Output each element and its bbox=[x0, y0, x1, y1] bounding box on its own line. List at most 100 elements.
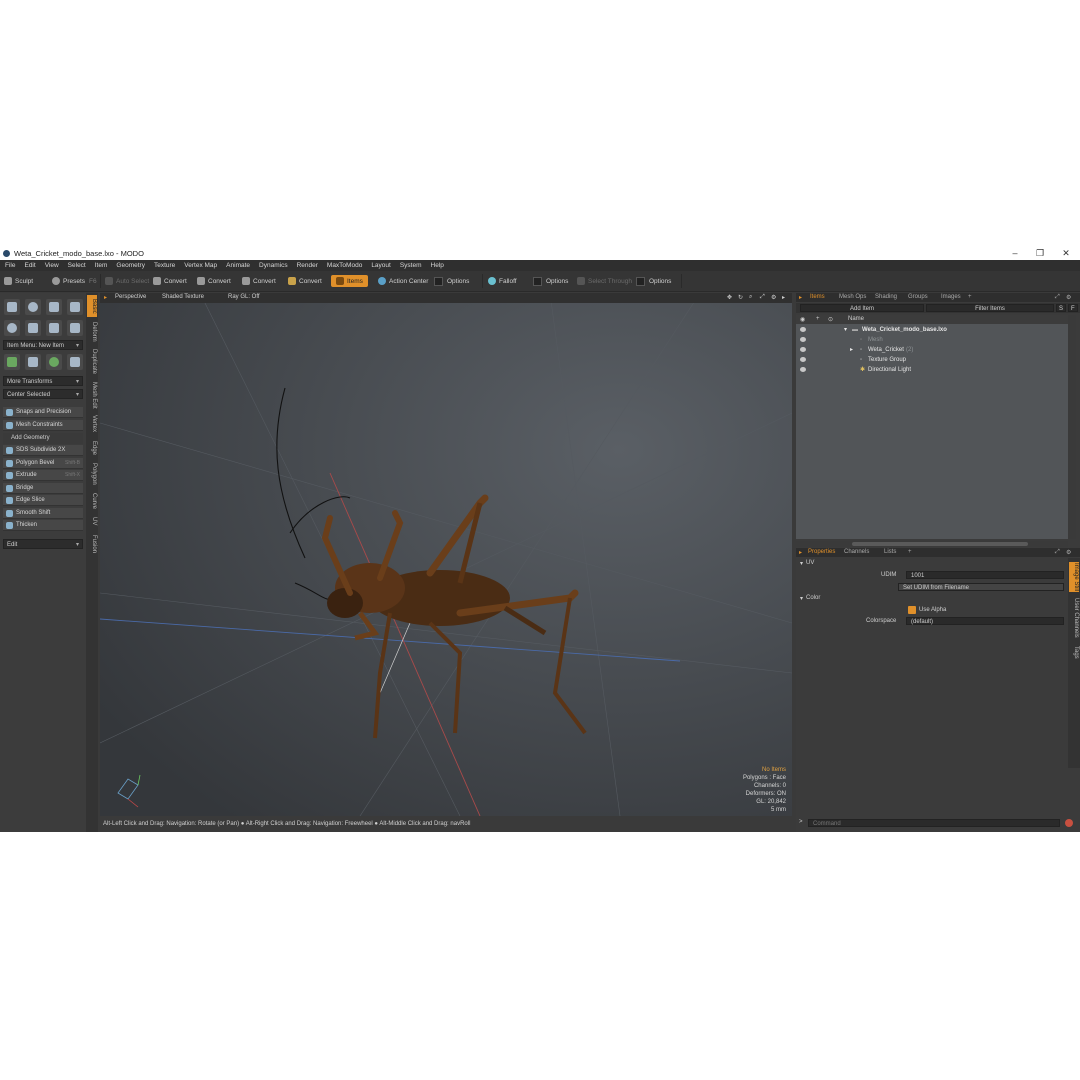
rotate-icon[interactable] bbox=[46, 354, 62, 370]
tree-row-scene[interactable]: ▾ ▬ Weta_Cricket_modo_base.lxo bbox=[796, 325, 1068, 335]
move-icon[interactable] bbox=[4, 354, 20, 370]
cylinder-icon[interactable] bbox=[46, 299, 62, 315]
set-udim-button[interactable]: Set UDIM from Filename bbox=[898, 583, 1064, 591]
torus-icon[interactable] bbox=[4, 320, 20, 336]
shading-dropdown[interactable]: Shaded Texture bbox=[162, 294, 204, 300]
options-button-1[interactable]: Options bbox=[434, 275, 469, 287]
tab-edge[interactable]: Edge bbox=[87, 439, 97, 457]
fit-icon[interactable]: ⤢ bbox=[760, 294, 765, 301]
close-button[interactable]: ✕ bbox=[1054, 246, 1078, 260]
pan-icon[interactable]: ✥ bbox=[727, 294, 732, 301]
more-transforms-dropdown[interactable]: More Transforms bbox=[3, 376, 83, 387]
color-section-toggle[interactable]: ▾ bbox=[800, 595, 803, 602]
menu-geometry[interactable]: Geometry bbox=[116, 262, 145, 269]
menu-animate[interactable]: Animate bbox=[226, 262, 250, 269]
menu-file[interactable]: File bbox=[5, 262, 15, 269]
tab-mesh-ops[interactable]: Mesh Ops bbox=[839, 294, 866, 300]
tab-basic[interactable]: Basic bbox=[87, 295, 97, 317]
add-tab-button[interactable]: + bbox=[968, 294, 972, 300]
auto-select-button[interactable]: Auto Select bbox=[105, 275, 149, 287]
capsule-icon[interactable] bbox=[25, 320, 41, 336]
options-checkbox[interactable] bbox=[636, 276, 645, 286]
menu-texture[interactable]: Texture bbox=[154, 262, 175, 269]
filter-items-field[interactable]: Filter Items bbox=[926, 304, 1054, 312]
thicken-button[interactable]: Thicken bbox=[3, 520, 83, 531]
options-button-2[interactable]: Options bbox=[533, 275, 568, 287]
name-column-header[interactable]: Name bbox=[848, 316, 864, 322]
panel-menu-icon[interactable]: ▸ bbox=[799, 549, 802, 556]
mesh-constraints-button[interactable]: Mesh Constraints bbox=[3, 420, 83, 431]
collapse-arrow-icon[interactable]: ▾ bbox=[844, 325, 847, 335]
filter-f-button[interactable]: F bbox=[1068, 304, 1078, 312]
convert-items-button[interactable]: Convert bbox=[288, 275, 322, 287]
sphere-icon[interactable] bbox=[25, 299, 41, 315]
tree-row-directional-light[interactable]: ✱ Directional Light bbox=[796, 365, 1068, 375]
tab-mesh-edit[interactable]: Mesh Edit bbox=[87, 381, 97, 409]
presets-button[interactable]: Presets F6 bbox=[52, 275, 97, 287]
maximize-button[interactable]: ❐ bbox=[1028, 246, 1052, 260]
raygl-dropdown[interactable]: Ray GL: Off bbox=[228, 294, 260, 300]
tab-shading[interactable]: Shading bbox=[875, 294, 897, 300]
filter-s-button[interactable]: S bbox=[1056, 304, 1066, 312]
select-through-button[interactable]: Select Through bbox=[577, 275, 632, 287]
visibility-eye-icon[interactable] bbox=[800, 347, 806, 352]
transform-icon[interactable] bbox=[67, 354, 83, 370]
menu-render[interactable]: Render bbox=[297, 262, 318, 269]
tab-image-still[interactable]: Image Still bbox=[1069, 562, 1079, 592]
viewport-menu-icon[interactable]: ▸ bbox=[104, 294, 107, 301]
add-item-dropdown[interactable]: Add Item bbox=[800, 304, 924, 312]
visibility-eye-icon[interactable] bbox=[800, 367, 806, 372]
extrude-button[interactable]: Extrude Shift-X bbox=[3, 470, 83, 481]
options-button-3[interactable]: Options bbox=[636, 275, 671, 287]
options-checkbox[interactable] bbox=[533, 276, 542, 286]
tab-vertex[interactable]: Vertex bbox=[87, 413, 97, 435]
panel-settings-icon[interactable]: ⚙ bbox=[1066, 549, 1071, 556]
polygon-bevel-button[interactable]: Polygon Bevel Shift-B bbox=[3, 458, 83, 469]
convert-vertices-button[interactable]: Convert bbox=[153, 275, 187, 287]
use-alpha-checkbox[interactable] bbox=[908, 606, 916, 614]
tab-uv[interactable]: UV bbox=[87, 515, 97, 527]
item-list-hscrollbar[interactable] bbox=[796, 541, 1068, 547]
record-icon[interactable] bbox=[1065, 819, 1073, 827]
center-selected-dropdown[interactable]: Center Selected bbox=[3, 389, 83, 400]
expand-icon[interactable]: ⤢ bbox=[1055, 294, 1060, 301]
add-tab-button[interactable]: + bbox=[908, 549, 912, 555]
tab-deform[interactable]: Deform bbox=[87, 321, 97, 343]
smooth-shift-button[interactable]: Smooth Shift bbox=[3, 508, 83, 519]
tab-items[interactable]: Items bbox=[810, 294, 825, 300]
options-checkbox[interactable] bbox=[434, 276, 443, 286]
expand-icon[interactable]: ⤢ bbox=[1055, 549, 1060, 556]
tab-duplicate[interactable]: Duplicate bbox=[87, 347, 97, 377]
item-list-scrollbar[interactable] bbox=[1068, 315, 1076, 539]
menu-view[interactable]: View bbox=[45, 262, 59, 269]
falloff-button[interactable]: Falloff bbox=[488, 275, 517, 287]
items-mode-button[interactable]: Items bbox=[331, 275, 368, 287]
menu-help[interactable]: Help bbox=[431, 262, 444, 269]
scale-icon[interactable] bbox=[25, 354, 41, 370]
edge-slice-button[interactable]: Edge Slice bbox=[3, 495, 83, 506]
cube-icon[interactable] bbox=[4, 299, 20, 315]
convert-edges-button[interactable]: Convert bbox=[197, 275, 231, 287]
colorspace-dropdown[interactable]: (default) bbox=[906, 617, 1064, 625]
visibility-eye-icon[interactable] bbox=[800, 327, 806, 332]
pen-icon[interactable] bbox=[46, 320, 62, 336]
perspective-dropdown[interactable]: Perspective bbox=[115, 294, 146, 300]
minimize-button[interactable]: – bbox=[1003, 246, 1027, 260]
tree-row-texture-group[interactable]: ▫ Texture Group bbox=[796, 355, 1068, 365]
expand-arrow-icon[interactable]: ▸ bbox=[850, 345, 853, 355]
snaps-precision-button[interactable]: Snaps and Precision bbox=[3, 407, 83, 418]
action-center-button[interactable]: Action Center bbox=[378, 275, 428, 287]
edit-dropdown[interactable]: Edit bbox=[3, 539, 83, 550]
item-menu-dropdown[interactable]: Item Menu: New Item bbox=[3, 340, 83, 351]
cone-icon[interactable] bbox=[67, 299, 83, 315]
panel-menu-icon[interactable]: ▸ bbox=[799, 294, 802, 301]
rotate-view-icon[interactable]: ↻ bbox=[738, 294, 743, 301]
uv-section-toggle[interactable]: ▾ bbox=[800, 560, 803, 567]
bridge-button[interactable]: Bridge bbox=[3, 483, 83, 494]
viewport-expand-icon[interactable]: ▸ bbox=[782, 294, 785, 301]
tree-row-weta-cricket[interactable]: ▸ ▫ Weta_Cricket (2) bbox=[796, 345, 1068, 355]
3d-viewport[interactable]: ▸ Perspective Shaded Texture Ray GL: Off… bbox=[100, 293, 792, 816]
sculpt-button[interactable]: Sculpt bbox=[4, 275, 33, 287]
text-icon[interactable] bbox=[67, 320, 83, 336]
visibility-eye-icon[interactable] bbox=[800, 337, 806, 342]
